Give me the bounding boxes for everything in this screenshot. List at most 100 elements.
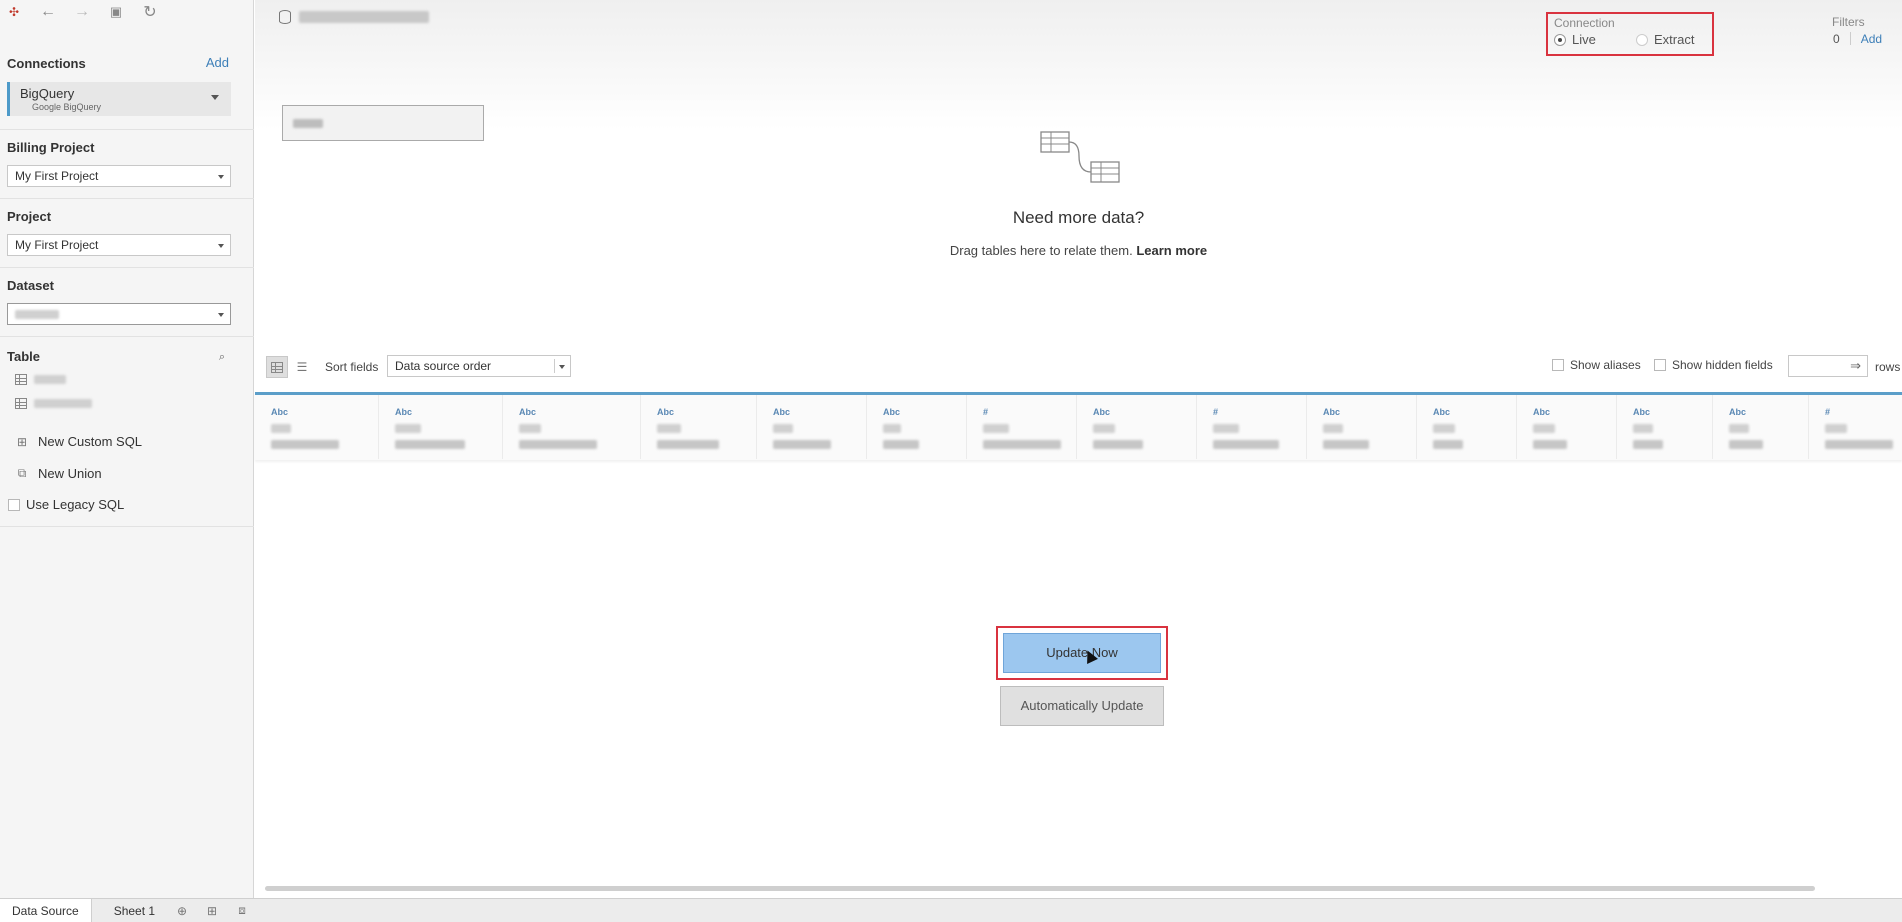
show-hidden-fields-option[interactable]: Show hidden fields xyxy=(1654,358,1773,372)
show-hidden-fields-checkbox[interactable] xyxy=(1654,359,1666,371)
chevron-down-icon xyxy=(218,244,224,248)
field-source-redacted xyxy=(1825,424,1847,433)
new-union-link[interactable]: ⧉ New Union xyxy=(15,466,102,481)
field-source-redacted xyxy=(657,424,681,433)
string-type-icon[interactable]: Abc xyxy=(271,407,288,417)
tab-data-source-label: Data Source xyxy=(12,903,79,918)
new-custom-sql-link[interactable]: ⊞ New Custom SQL xyxy=(15,434,142,449)
field-source-redacted xyxy=(773,424,793,433)
field-header-cell[interactable]: Abc xyxy=(1517,395,1617,459)
field-header-cell[interactable]: Abc xyxy=(1617,395,1713,459)
field-source-redacted xyxy=(1533,424,1555,433)
table-list-item[interactable] xyxy=(15,394,92,412)
dataset-select[interactable] xyxy=(7,303,231,325)
search-icon[interactable]: ⌕ xyxy=(212,347,232,367)
project-select[interactable]: My First Project xyxy=(7,234,231,256)
tableau-logo-icon[interactable]: ✣ xyxy=(4,2,24,22)
string-type-icon[interactable]: Abc xyxy=(1323,407,1340,417)
live-option[interactable]: Live xyxy=(1554,32,1596,47)
horizontal-scrollbar[interactable] xyxy=(265,886,1815,891)
learn-more-link[interactable]: Learn more xyxy=(1136,243,1207,258)
add-filter-link[interactable]: Add xyxy=(1861,32,1882,46)
arrow-right-icon[interactable]: ⇒ xyxy=(1850,358,1861,374)
add-connection-link[interactable]: Add xyxy=(206,55,229,70)
canvas-table-box[interactable] xyxy=(282,105,484,141)
table-name-redacted xyxy=(34,398,92,408)
string-type-icon[interactable]: Abc xyxy=(1633,407,1650,417)
field-header-cell[interactable]: Abc xyxy=(641,395,757,459)
string-type-icon[interactable]: Abc xyxy=(1433,407,1450,417)
divider xyxy=(0,129,254,130)
connection-name: BigQuery xyxy=(20,86,75,101)
string-type-icon[interactable]: Abc xyxy=(519,407,536,417)
field-header-cell[interactable]: # xyxy=(1809,395,1902,459)
field-header-cell[interactable]: Abc xyxy=(1713,395,1809,459)
field-header-cell[interactable]: Abc xyxy=(1307,395,1417,459)
field-name-redacted xyxy=(1533,440,1567,449)
live-radio[interactable] xyxy=(1554,33,1566,46)
field-header-cell[interactable]: Abc xyxy=(1417,395,1517,459)
table-list-item[interactable] xyxy=(15,370,66,388)
field-header-cell[interactable]: # xyxy=(967,395,1077,459)
string-type-icon[interactable]: Abc xyxy=(1533,407,1550,417)
field-source-redacted xyxy=(1433,424,1455,433)
field-header-cell[interactable]: Abc xyxy=(379,395,503,459)
string-type-icon[interactable]: Abc xyxy=(773,407,790,417)
drag-tables-hint: Drag tables here to relate them. Learn m… xyxy=(255,243,1902,258)
rows-input[interactable]: ⇒ xyxy=(1788,355,1868,377)
field-header-cell[interactable]: Abc xyxy=(1077,395,1197,459)
string-type-icon[interactable]: Abc xyxy=(883,407,900,417)
rows-label: rows xyxy=(1875,360,1901,374)
connection-card[interactable]: BigQuery Google BigQuery xyxy=(7,82,231,116)
billing-project-select[interactable]: My First Project xyxy=(7,165,231,187)
new-dashboard-icon[interactable]: ⊞ xyxy=(197,899,227,922)
extract-radio[interactable] xyxy=(1636,33,1648,46)
union-icon: ⧉ xyxy=(17,466,27,480)
string-type-icon[interactable]: Abc xyxy=(1729,407,1746,417)
need-more-data-title: Need more data? xyxy=(1012,208,1145,227)
back-arrow-icon[interactable]: ← xyxy=(38,2,58,22)
divider xyxy=(0,267,254,268)
field-header-cell[interactable]: Abc xyxy=(867,395,967,459)
use-legacy-sql-checkbox[interactable] xyxy=(8,498,20,511)
field-source-redacted xyxy=(983,424,1009,433)
field-name-redacted xyxy=(1213,440,1279,449)
new-story-icon[interactable]: ⧈ xyxy=(227,899,257,922)
forward-arrow-icon[interactable]: → xyxy=(72,2,92,22)
data-source-title[interactable] xyxy=(279,10,429,24)
new-union-label: New Union xyxy=(38,466,102,481)
list-view-button[interactable]: ☰ xyxy=(291,356,313,378)
grid-view-icon xyxy=(271,361,283,373)
canvas-table-name-redacted xyxy=(293,119,323,128)
chevron-down-icon xyxy=(559,365,565,369)
show-aliases-checkbox[interactable] xyxy=(1552,359,1564,371)
field-name-redacted xyxy=(657,440,719,449)
project-title: Project xyxy=(7,209,52,224)
field-header-cell[interactable]: Abc xyxy=(757,395,867,459)
number-type-icon[interactable]: # xyxy=(1213,407,1218,417)
number-type-icon[interactable]: # xyxy=(1825,407,1830,417)
string-type-icon[interactable]: Abc xyxy=(395,407,412,417)
tab-sheet1[interactable]: Sheet 1 xyxy=(102,899,167,922)
connection-caret-icon[interactable] xyxy=(211,95,219,100)
number-type-icon[interactable]: # xyxy=(983,407,988,417)
refresh-icon[interactable]: ↻ xyxy=(140,2,160,22)
grid-view-button[interactable] xyxy=(266,356,288,378)
sort-fields-select[interactable]: Data source order xyxy=(387,355,571,377)
field-source-redacted xyxy=(1093,424,1115,433)
field-header-cell[interactable]: Abc xyxy=(255,395,379,459)
automatically-update-button[interactable]: Automatically Update xyxy=(1000,686,1164,726)
new-worksheet-icon[interactable]: ⊕ xyxy=(167,899,197,922)
field-header-cell[interactable]: # xyxy=(1197,395,1307,459)
field-name-redacted xyxy=(1323,440,1369,449)
tab-data-source[interactable]: Data Source xyxy=(0,898,92,922)
connection-mode-panel: Connection Live Extract xyxy=(1546,12,1714,56)
string-type-icon[interactable]: Abc xyxy=(657,407,674,417)
string-type-icon[interactable]: Abc xyxy=(1093,407,1110,417)
field-header-cell[interactable]: Abc xyxy=(503,395,641,459)
show-aliases-option[interactable]: Show aliases xyxy=(1552,358,1641,372)
extract-option[interactable]: Extract xyxy=(1636,32,1694,47)
use-legacy-sql-option[interactable]: Use Legacy SQL xyxy=(8,497,124,512)
save-icon[interactable]: ▣ xyxy=(106,2,126,22)
divider xyxy=(554,359,555,373)
